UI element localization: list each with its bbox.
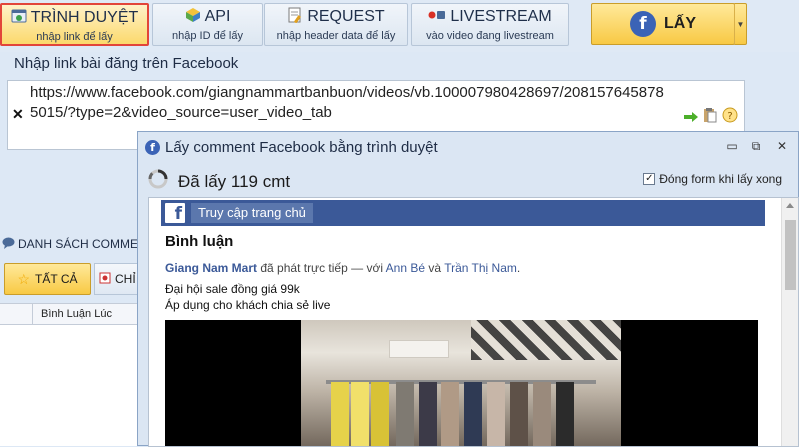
tab-livestream[interactable]: LIVESTREAM vào video đang livestream <box>411 3 569 46</box>
chevron-down-icon: ▼ <box>736 19 745 29</box>
live-video-player[interactable] <box>165 320 758 446</box>
minimize-icon[interactable]: ▭ <box>724 139 740 153</box>
document-edit-icon <box>287 7 303 28</box>
tab-api[interactable]: API nhập ID để lấy <box>152 3 263 46</box>
video-garment <box>487 382 505 446</box>
comment-list-header: DANH SÁCH COMMENT <box>0 233 140 255</box>
comment-list-title: DANH SÁCH COMMENT <box>18 237 140 251</box>
tagged-user-2[interactable]: Trần Thị Nam <box>444 261 517 275</box>
live-text: đã phát trực tiếp — với <box>260 261 383 275</box>
get-button-dropdown[interactable]: ▼ <box>734 3 747 45</box>
tab-request[interactable]: REQUEST nhập header data để lấy <box>264 3 408 46</box>
author-link[interactable]: Giang Nam Mart <box>165 261 257 275</box>
video-garment <box>441 382 459 446</box>
video-garment <box>464 382 482 446</box>
help-icon[interactable]: ? <box>722 107 738 128</box>
tab-api-title: API <box>204 8 231 25</box>
video-garment <box>351 382 369 446</box>
link-actions: ? <box>684 107 738 128</box>
facebook-header-bar: f Truy cập trang chủ <box>161 200 765 226</box>
tab-api-subtitle: nhập ID để lấy <box>172 30 243 42</box>
video-garment <box>533 382 551 446</box>
video-garment <box>371 382 389 446</box>
vertical-scrollbar[interactable] <box>781 198 798 446</box>
tab-browser[interactable]: TRÌNH DUYỆT nhập link để lấy <box>0 3 149 46</box>
get-button[interactable]: f LẤY <box>591 3 735 45</box>
period: . <box>516 261 521 275</box>
svg-text:?: ? <box>727 111 732 122</box>
video-wall-pattern <box>471 320 621 360</box>
video-garment <box>419 382 437 446</box>
cube-icon <box>185 7 201 28</box>
facebook-logo-icon[interactable]: f <box>165 203 185 224</box>
comment-bubble-icon <box>2 237 15 252</box>
conjunction: và <box>428 261 442 275</box>
facebook-bubble-icon: f <box>630 11 656 37</box>
comments-section-title: Bình luận <box>165 233 234 250</box>
restore-icon[interactable]: ⧉ <box>748 139 764 154</box>
dialog-title: Lấy comment Facebook bằng trình duyệt <box>165 139 438 156</box>
close-icon[interactable]: ✕ <box>774 139 790 153</box>
tab-request-subtitle: nhập header data để lấy <box>276 30 396 42</box>
video-garment <box>396 382 414 446</box>
browser-globe-icon <box>11 8 27 29</box>
status-text: Đã lấy 119 cmt <box>178 171 291 191</box>
comment-grid[interactable] <box>0 325 145 446</box>
link-input-value: https://www.facebook.com/giangnammartban… <box>30 84 664 121</box>
close-form-label: Đóng form khi lấy xong <box>659 172 782 186</box>
tab-livestream-title: LIVESTREAM <box>450 8 552 25</box>
scroll-thumb[interactable] <box>785 220 796 290</box>
tab-livestream-subtitle: vào video đang livestream <box>426 30 554 42</box>
video-garment <box>331 382 349 446</box>
status-row: Đã lấy 119 cmt <box>148 169 290 194</box>
tab-browser-title: TRÌNH DUYỆT <box>30 9 139 26</box>
video-air-conditioner <box>389 340 449 358</box>
tab-request-title: REQUEST <box>307 8 385 25</box>
facebook-icon: f <box>145 140 160 155</box>
arrow-right-icon[interactable] <box>684 109 698 127</box>
tab-browser-subtitle: nhập link để lấy <box>36 31 113 43</box>
paste-icon[interactable] <box>702 107 718 128</box>
tagged-user-1[interactable]: Ann Bé <box>386 261 425 275</box>
dialog-titlebar: f Lấy comment Facebook bằng trình duyệt <box>145 139 438 156</box>
filter-icon <box>99 272 111 287</box>
star-icon: ☆ <box>17 270 31 287</box>
clear-icon[interactable]: ✕ <box>12 106 24 123</box>
all-comments-button[interactable]: ☆ TẤT CẢ <box>4 263 91 295</box>
grid-row-indicator <box>0 304 33 325</box>
video-garment <box>510 382 528 446</box>
post-meta: Giang Nam Mart đã phát trực tiếp — với A… <box>165 261 520 275</box>
scroll-up-arrow-icon[interactable] <box>786 203 794 208</box>
video-garment <box>556 382 574 446</box>
embedded-browser[interactable]: f Truy cập trang chủ Bình luận Giang Nam… <box>148 197 799 447</box>
all-comments-label: TẤT CẢ <box>35 272 78 286</box>
comment-grid-header: Bình Luận Lúc <box>0 303 145 325</box>
top-toolbar: TRÌNH DUYỆT nhập link để lấy API nhập ID… <box>0 0 799 52</box>
browser-dialog: f Lấy comment Facebook bằng trình duyệt … <box>137 131 799 447</box>
checkbox-checked-icon[interactable]: ✓ <box>643 173 656 185</box>
close-form-checkbox[interactable]: ✓ Đóng form khi lấy xong <box>643 172 782 186</box>
post-text-line-2: Áp dụng cho khách chia sẻ live <box>165 298 331 312</box>
link-label: Nhập link bài đăng trên Facebook <box>14 55 239 72</box>
column-comment-time[interactable]: Bình Luận Lúc <box>41 308 112 320</box>
home-link[interactable]: Truy cập trang chủ <box>191 203 313 223</box>
filter-only-label: CHỈ <box>115 272 136 286</box>
video-frame <box>301 320 621 446</box>
live-record-icon <box>428 8 446 27</box>
post-text-line-1: Đại hội sale đồng giá 99k <box>165 282 300 296</box>
loading-spinner-icon <box>148 169 168 194</box>
get-button-label: LẤY <box>664 15 696 32</box>
